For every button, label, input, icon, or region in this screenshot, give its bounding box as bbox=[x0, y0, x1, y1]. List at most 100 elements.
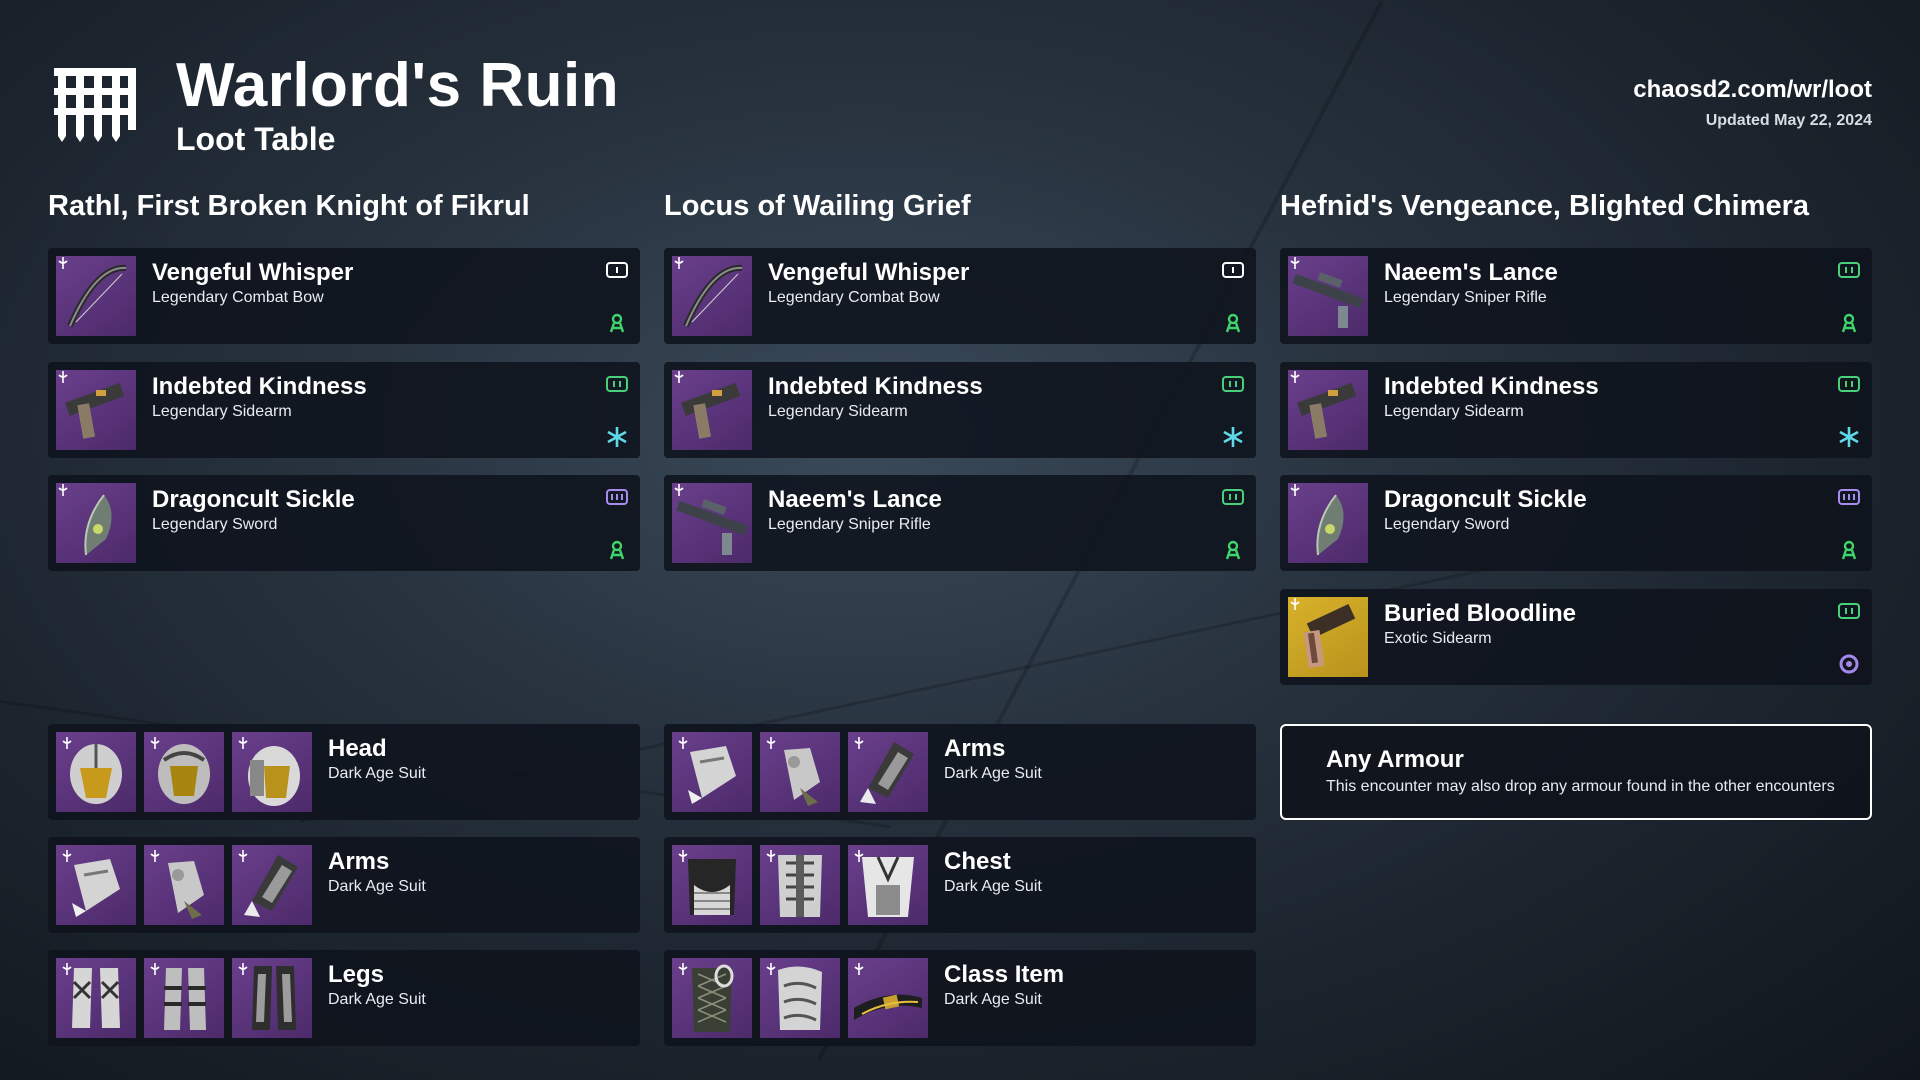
raid-logo-icon bbox=[54, 68, 136, 142]
weapon-card[interactable]: Indebted Kindness Legendary Sidearm bbox=[664, 362, 1256, 458]
any-armour-title: Any Armour bbox=[1326, 746, 1464, 773]
combat-bow-icon bbox=[56, 256, 136, 336]
weapon-card[interactable]: Buried Bloodline Exotic Sidearm bbox=[1280, 589, 1872, 685]
weapon-card[interactable]: Indebted Kindness Legendary Sidearm bbox=[1280, 362, 1872, 458]
weapon-card[interactable]: Indebted Kindness Legendary Sidearm bbox=[48, 362, 640, 458]
exotic-sidearm-icon bbox=[1288, 597, 1368, 677]
weapon-type: Legendary Sidearm bbox=[152, 403, 292, 420]
arc-icon bbox=[1223, 427, 1243, 447]
heavy-slot-icon bbox=[1838, 489, 1860, 505]
gauntlets-icon bbox=[760, 732, 840, 812]
weapon-card[interactable]: Dragoncult Sickle Legendary Sword bbox=[48, 475, 640, 571]
weapon-type: Legendary Sword bbox=[152, 516, 278, 533]
class-item-icon bbox=[760, 958, 840, 1038]
energy-slot-icon bbox=[1222, 489, 1244, 505]
gauntlets-icon bbox=[672, 732, 752, 812]
weapon-name: Vengeful Whisper bbox=[768, 259, 970, 286]
weapon-type: Exotic Sidearm bbox=[1384, 630, 1492, 647]
updated-date: Updated May 22, 2024 bbox=[1705, 112, 1872, 129]
any-armour-description: This encounter may also drop any armour … bbox=[1326, 778, 1835, 795]
weapon-name: Naeem's Lance bbox=[1384, 259, 1558, 286]
void-icon bbox=[1839, 654, 1859, 674]
arc-icon bbox=[607, 427, 627, 447]
weapon-name: Naeem's Lance bbox=[768, 486, 942, 513]
sword-icon bbox=[56, 483, 136, 563]
chest-armor-icon bbox=[848, 845, 928, 925]
weapon-name: Dragoncult Sickle bbox=[1384, 486, 1587, 513]
weapon-name: Indebted Kindness bbox=[1384, 373, 1599, 400]
leg-armor-icon bbox=[144, 958, 224, 1038]
weapon-card[interactable]: Vengeful Whisper Legendary Combat Bow bbox=[48, 248, 640, 344]
weapon-name: Indebted Kindness bbox=[768, 373, 983, 400]
armor-card[interactable]: Legs Dark Age Suit bbox=[48, 950, 640, 1046]
weapon-type: Legendary Sword bbox=[1384, 516, 1510, 533]
weapon-type: Legendary Sniper Rifle bbox=[768, 516, 931, 533]
weapon-card[interactable]: Naeem's Lance Legendary Sniper Rifle bbox=[1280, 248, 1872, 344]
class-item-icon bbox=[848, 958, 928, 1038]
armor-set: Dark Age Suit bbox=[328, 878, 426, 895]
strand-icon bbox=[609, 540, 625, 560]
weapon-card[interactable]: Naeem's Lance Legendary Sniper Rifle bbox=[664, 475, 1256, 571]
armor-name: Arms bbox=[328, 848, 390, 875]
armor-name: Chest bbox=[944, 848, 1011, 875]
kinetic-slot-icon bbox=[606, 262, 628, 278]
armor-card[interactable]: Head Dark Age Suit bbox=[48, 724, 640, 820]
encounter-title-rathl: Rathl, First Broken Knight of Fikrul bbox=[48, 190, 530, 222]
weapon-type: Legendary Sidearm bbox=[1384, 403, 1524, 420]
chest-armor-icon bbox=[672, 845, 752, 925]
armor-set: Dark Age Suit bbox=[944, 765, 1042, 782]
armor-card[interactable]: Arms Dark Age Suit bbox=[48, 837, 640, 933]
helmet-icon bbox=[144, 732, 224, 812]
energy-slot-icon bbox=[1838, 603, 1860, 619]
weapon-type: Legendary Sniper Rifle bbox=[1384, 289, 1547, 306]
sniper-rifle-icon bbox=[672, 483, 752, 563]
energy-slot-icon bbox=[1222, 376, 1244, 392]
strand-icon bbox=[609, 313, 625, 333]
gauntlets-icon bbox=[848, 732, 928, 812]
armor-name: Head bbox=[328, 735, 387, 762]
weapon-type: Legendary Combat Bow bbox=[152, 289, 324, 306]
armor-set: Dark Age Suit bbox=[944, 878, 1042, 895]
page-subtitle: Loot Table bbox=[176, 121, 336, 157]
any-armour-card[interactable]: Any Armour This encounter may also drop … bbox=[1280, 724, 1872, 820]
armor-set: Dark Age Suit bbox=[328, 991, 426, 1008]
leg-armor-icon bbox=[232, 958, 312, 1038]
page-title: Warlord's Ruin bbox=[176, 51, 620, 120]
site-link[interactable]: chaosd2.com/wr/loot bbox=[1633, 76, 1872, 104]
strand-icon bbox=[1841, 540, 1857, 560]
strand-icon bbox=[1225, 540, 1241, 560]
class-item-icon bbox=[672, 958, 752, 1038]
armor-name: Class Item bbox=[944, 961, 1065, 988]
weapon-name: Indebted Kindness bbox=[152, 373, 367, 400]
helmet-icon bbox=[56, 732, 136, 812]
weapon-name: Dragoncult Sickle bbox=[152, 486, 355, 513]
sniper-rifle-icon bbox=[1288, 256, 1368, 336]
weapon-card[interactable]: Vengeful Whisper Legendary Combat Bow bbox=[664, 248, 1256, 344]
gauntlets-icon bbox=[56, 845, 136, 925]
helmet-icon bbox=[232, 732, 312, 812]
encounter-title-hefnid: Hefnid's Vengeance, Blighted Chimera bbox=[1280, 190, 1810, 222]
encounter-title-locus: Locus of Wailing Grief bbox=[664, 190, 971, 222]
heavy-slot-icon bbox=[606, 489, 628, 505]
energy-slot-icon bbox=[606, 376, 628, 392]
strand-icon bbox=[1225, 313, 1241, 333]
chest-armor-icon bbox=[760, 845, 840, 925]
weapon-type: Legendary Combat Bow bbox=[768, 289, 940, 306]
combat-bow-icon bbox=[672, 256, 752, 336]
armor-card[interactable]: Class Item Dark Age Suit bbox=[664, 950, 1256, 1046]
armor-card[interactable]: Arms Dark Age Suit bbox=[664, 724, 1256, 820]
kinetic-slot-icon bbox=[1222, 262, 1244, 278]
sidearm-icon bbox=[1288, 370, 1368, 450]
weapon-name: Vengeful Whisper bbox=[152, 259, 354, 286]
armor-name: Legs bbox=[328, 961, 385, 988]
armor-name: Arms bbox=[944, 735, 1006, 762]
armor-set: Dark Age Suit bbox=[944, 991, 1042, 1008]
gauntlets-icon bbox=[232, 845, 312, 925]
armor-card[interactable]: Chest Dark Age Suit bbox=[664, 837, 1256, 933]
energy-slot-icon bbox=[1838, 376, 1860, 392]
sidearm-icon bbox=[56, 370, 136, 450]
weapon-card[interactable]: Dragoncult Sickle Legendary Sword bbox=[1280, 475, 1872, 571]
leg-armor-icon bbox=[56, 958, 136, 1038]
armor-set: Dark Age Suit bbox=[328, 765, 426, 782]
gauntlets-icon bbox=[144, 845, 224, 925]
